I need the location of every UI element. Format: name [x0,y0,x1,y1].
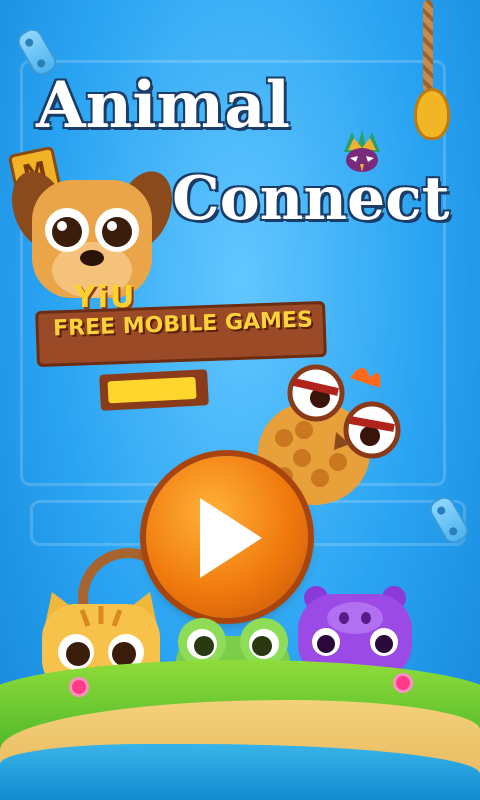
tribal-mask-icon [344,130,380,172]
loading-bar-fill [107,376,197,404]
play-button[interactable] [146,456,308,618]
gold-charm-icon [414,88,450,140]
play-icon [200,498,262,578]
game-title-line2: Connect [172,164,450,234]
loading-bar [99,369,209,411]
flower-icon [72,680,86,694]
game-title-line1: Animal [36,68,290,143]
rope [423,0,433,92]
hippo-character-icon [298,586,412,674]
flower-icon [396,676,410,690]
